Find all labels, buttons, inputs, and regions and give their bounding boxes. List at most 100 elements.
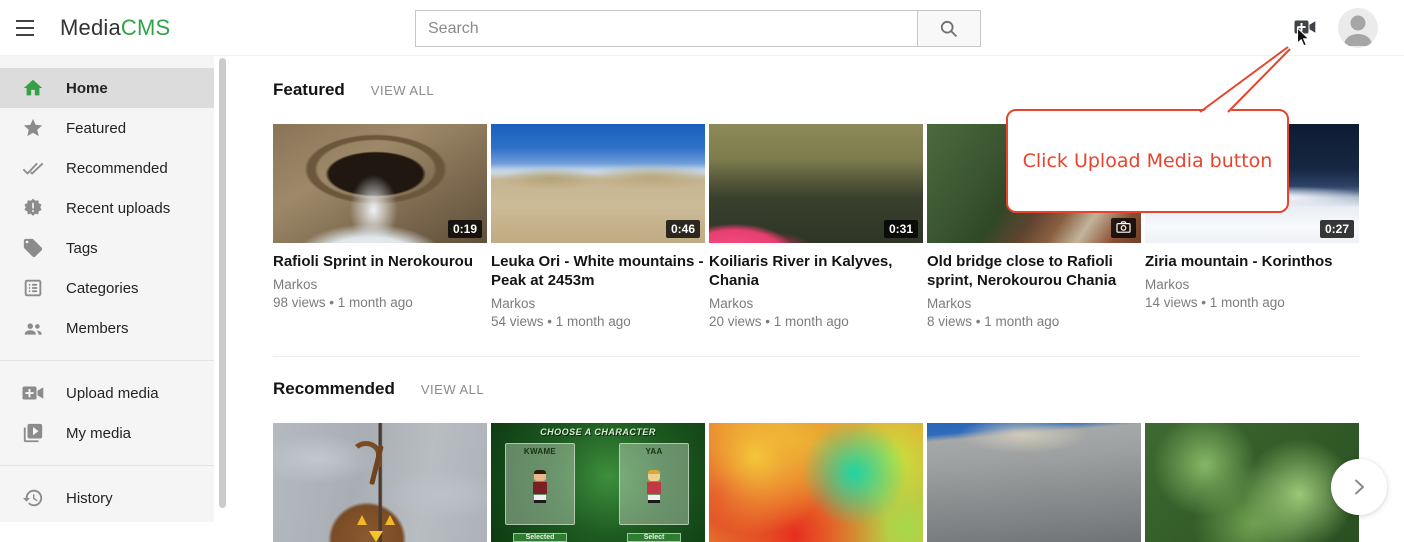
game-character-panel: KWAME	[505, 443, 575, 525]
video-meta: 8 views • 1 month ago	[927, 313, 1141, 331]
game-selected-button: Selected	[513, 533, 567, 542]
sidebar-divider	[0, 360, 214, 361]
game-character-name: YAA	[620, 447, 688, 456]
duration-badge: 0:46	[666, 220, 700, 238]
carousel-next-button[interactable]	[1331, 459, 1387, 515]
game-character-name: KWAME	[506, 447, 574, 456]
video-title[interactable]: Rafioli Sprint in Nerokourou	[273, 252, 487, 271]
video-thumbnail[interactable]	[927, 423, 1141, 542]
sidebar-item-label: Recent uploads	[66, 200, 170, 217]
logo-cms: CMS	[121, 15, 171, 40]
sidebar-item-featured[interactable]: Featured	[0, 108, 214, 148]
video-meta: 14 views • 1 month ago	[1145, 294, 1359, 312]
video-thumbnail[interactable]	[273, 423, 487, 542]
game-character-panel: YAA	[619, 443, 689, 525]
sidebar-item-label: Recommended	[66, 160, 168, 177]
upload-media-icon	[21, 381, 45, 405]
video-author: Markos	[709, 295, 923, 313]
sidebar-item-label: My media	[66, 425, 131, 442]
annotation-label: Click Upload Media button	[1023, 150, 1273, 172]
sidebar: Home Featured Recommended Recent uploads	[0, 56, 214, 522]
video-thumbnail[interactable]	[709, 423, 923, 542]
video-author: Markos	[1145, 276, 1359, 294]
media-type-badge	[1111, 218, 1136, 238]
recommended-section: Recommended VIEW ALL CHOOSE A CHARACTER …	[273, 356, 1360, 542]
sidebar-item-recent-uploads[interactable]: Recent uploads	[0, 188, 214, 228]
sidebar-item-label: History	[66, 490, 113, 507]
video-thumbnail[interactable]: 0:46	[491, 124, 705, 243]
sidebar-item-recommended[interactable]: Recommended	[0, 148, 214, 188]
home-icon	[21, 76, 45, 100]
person-icon	[1338, 8, 1378, 48]
tag-icon	[21, 236, 45, 260]
search-icon	[939, 19, 959, 39]
logo-media: Media	[60, 15, 121, 40]
video-meta: 98 views • 1 month ago	[273, 294, 487, 312]
game-character-sprite	[532, 470, 548, 504]
duration-badge: 0:31	[884, 220, 918, 238]
video-card: 0:31 Koiliaris River in Kalyves, Chania …	[709, 124, 923, 331]
video-thumbnail[interactable]: 0:19	[273, 124, 487, 243]
video-card	[927, 423, 1141, 542]
sidebar-item-label: Upload media	[66, 385, 159, 402]
sidebar-item-label: Home	[66, 80, 108, 97]
chevron-right-icon	[1350, 478, 1368, 496]
sidebar-item-categories[interactable]: Categories	[0, 268, 214, 308]
video-card: CHOOSE A CHARACTER KWAME YAA Selected Se…	[491, 423, 705, 542]
duration-badge: 0:27	[1320, 220, 1354, 238]
video-thumbnail[interactable]: CHOOSE A CHARACTER KWAME YAA Selected Se…	[491, 423, 705, 542]
featured-section-title: Featured	[273, 80, 345, 100]
game-title-text: CHOOSE A CHARACTER	[491, 427, 705, 437]
video-author: Markos	[273, 276, 487, 294]
categories-icon	[21, 276, 45, 300]
sidebar-item-my-media[interactable]: My media	[0, 413, 214, 453]
video-card: 0:46 Leuka Ori - White mountains - Peak …	[491, 124, 705, 331]
game-character-sprite	[646, 470, 662, 504]
mouse-cursor-icon	[1296, 27, 1311, 48]
video-author: Markos	[491, 295, 705, 313]
video-thumbnail[interactable]: 0:31	[709, 124, 923, 243]
sidebar-item-tags[interactable]: Tags	[0, 228, 214, 268]
video-title[interactable]: Leuka Ori - White mountains - Peak at 24…	[491, 252, 705, 290]
hamburger-menu-icon[interactable]	[16, 20, 38, 36]
my-media-icon	[21, 421, 45, 445]
sidebar-item-upload-media[interactable]: Upload media	[0, 373, 214, 413]
annotation-callout-tail	[1180, 36, 1300, 118]
search-input[interactable]	[415, 10, 918, 47]
members-icon	[21, 316, 45, 340]
search-bar	[415, 10, 981, 47]
sidebar-divider	[0, 465, 214, 466]
camera-icon	[1116, 221, 1131, 233]
video-card: 0:19 Rafioli Sprint in Nerokourou Markos…	[273, 124, 487, 331]
sidebar-item-label: Members	[66, 320, 129, 337]
video-title[interactable]: Koiliaris River in Kalyves, Chania	[709, 252, 923, 290]
video-author: Markos	[927, 295, 1141, 313]
sidebar-item-label: Tags	[66, 240, 98, 257]
featured-view-all-link[interactable]: VIEW ALL	[371, 83, 434, 98]
video-title[interactable]: Old bridge close to Rafioli sprint, Nero…	[927, 252, 1141, 290]
video-title[interactable]: Ziria mountain - Korinthos	[1145, 252, 1359, 271]
history-icon	[21, 486, 45, 510]
sidebar-item-label: Featured	[66, 120, 126, 137]
game-select-button: Select	[627, 533, 681, 542]
recommended-view-all-link[interactable]: VIEW ALL	[421, 382, 484, 397]
search-button[interactable]	[918, 10, 981, 47]
video-thumbnail[interactable]	[1145, 423, 1359, 542]
star-icon	[21, 116, 45, 140]
video-card	[709, 423, 923, 542]
sidebar-item-history[interactable]: History	[0, 478, 214, 518]
sidebar-scrollbar[interactable]	[219, 58, 226, 508]
new-releases-icon	[21, 196, 45, 220]
double-check-icon	[21, 156, 45, 180]
sidebar-item-members[interactable]: Members	[0, 308, 214, 348]
user-avatar[interactable]	[1338, 8, 1378, 48]
annotation-callout: Click Upload Media button	[1006, 109, 1289, 213]
video-card	[1145, 423, 1359, 542]
app-logo[interactable]: MediaCMS	[60, 15, 170, 41]
video-meta: 20 views • 1 month ago	[709, 313, 923, 331]
sidebar-item-label: Categories	[66, 280, 139, 297]
video-meta: 54 views • 1 month ago	[491, 313, 705, 331]
sidebar-item-home[interactable]: Home	[0, 68, 214, 108]
duration-badge: 0:19	[448, 220, 482, 238]
pumpkin-face	[345, 511, 415, 542]
